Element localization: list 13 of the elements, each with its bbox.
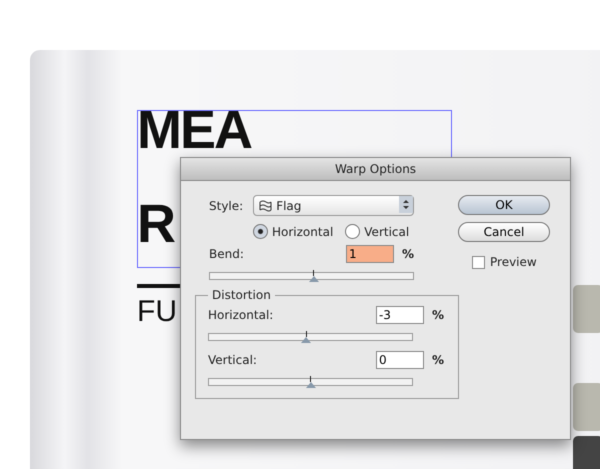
dialog-title: Warp Options bbox=[181, 158, 570, 181]
headline-text: MEA bbox=[137, 106, 251, 154]
headline-text: R bbox=[137, 200, 174, 248]
preview-label: Preview bbox=[490, 255, 537, 269]
unit-label: % bbox=[402, 247, 414, 261]
bend-label: Bend: bbox=[209, 247, 244, 261]
group-title: Distortion bbox=[211, 288, 272, 302]
subline-text: FU bbox=[137, 295, 177, 329]
unit-label: % bbox=[432, 353, 444, 367]
style-label: Style: bbox=[209, 198, 244, 212]
unit-label: % bbox=[432, 308, 444, 322]
field-label: Vertical: bbox=[208, 353, 257, 367]
field-label: Horizontal: bbox=[208, 308, 274, 322]
